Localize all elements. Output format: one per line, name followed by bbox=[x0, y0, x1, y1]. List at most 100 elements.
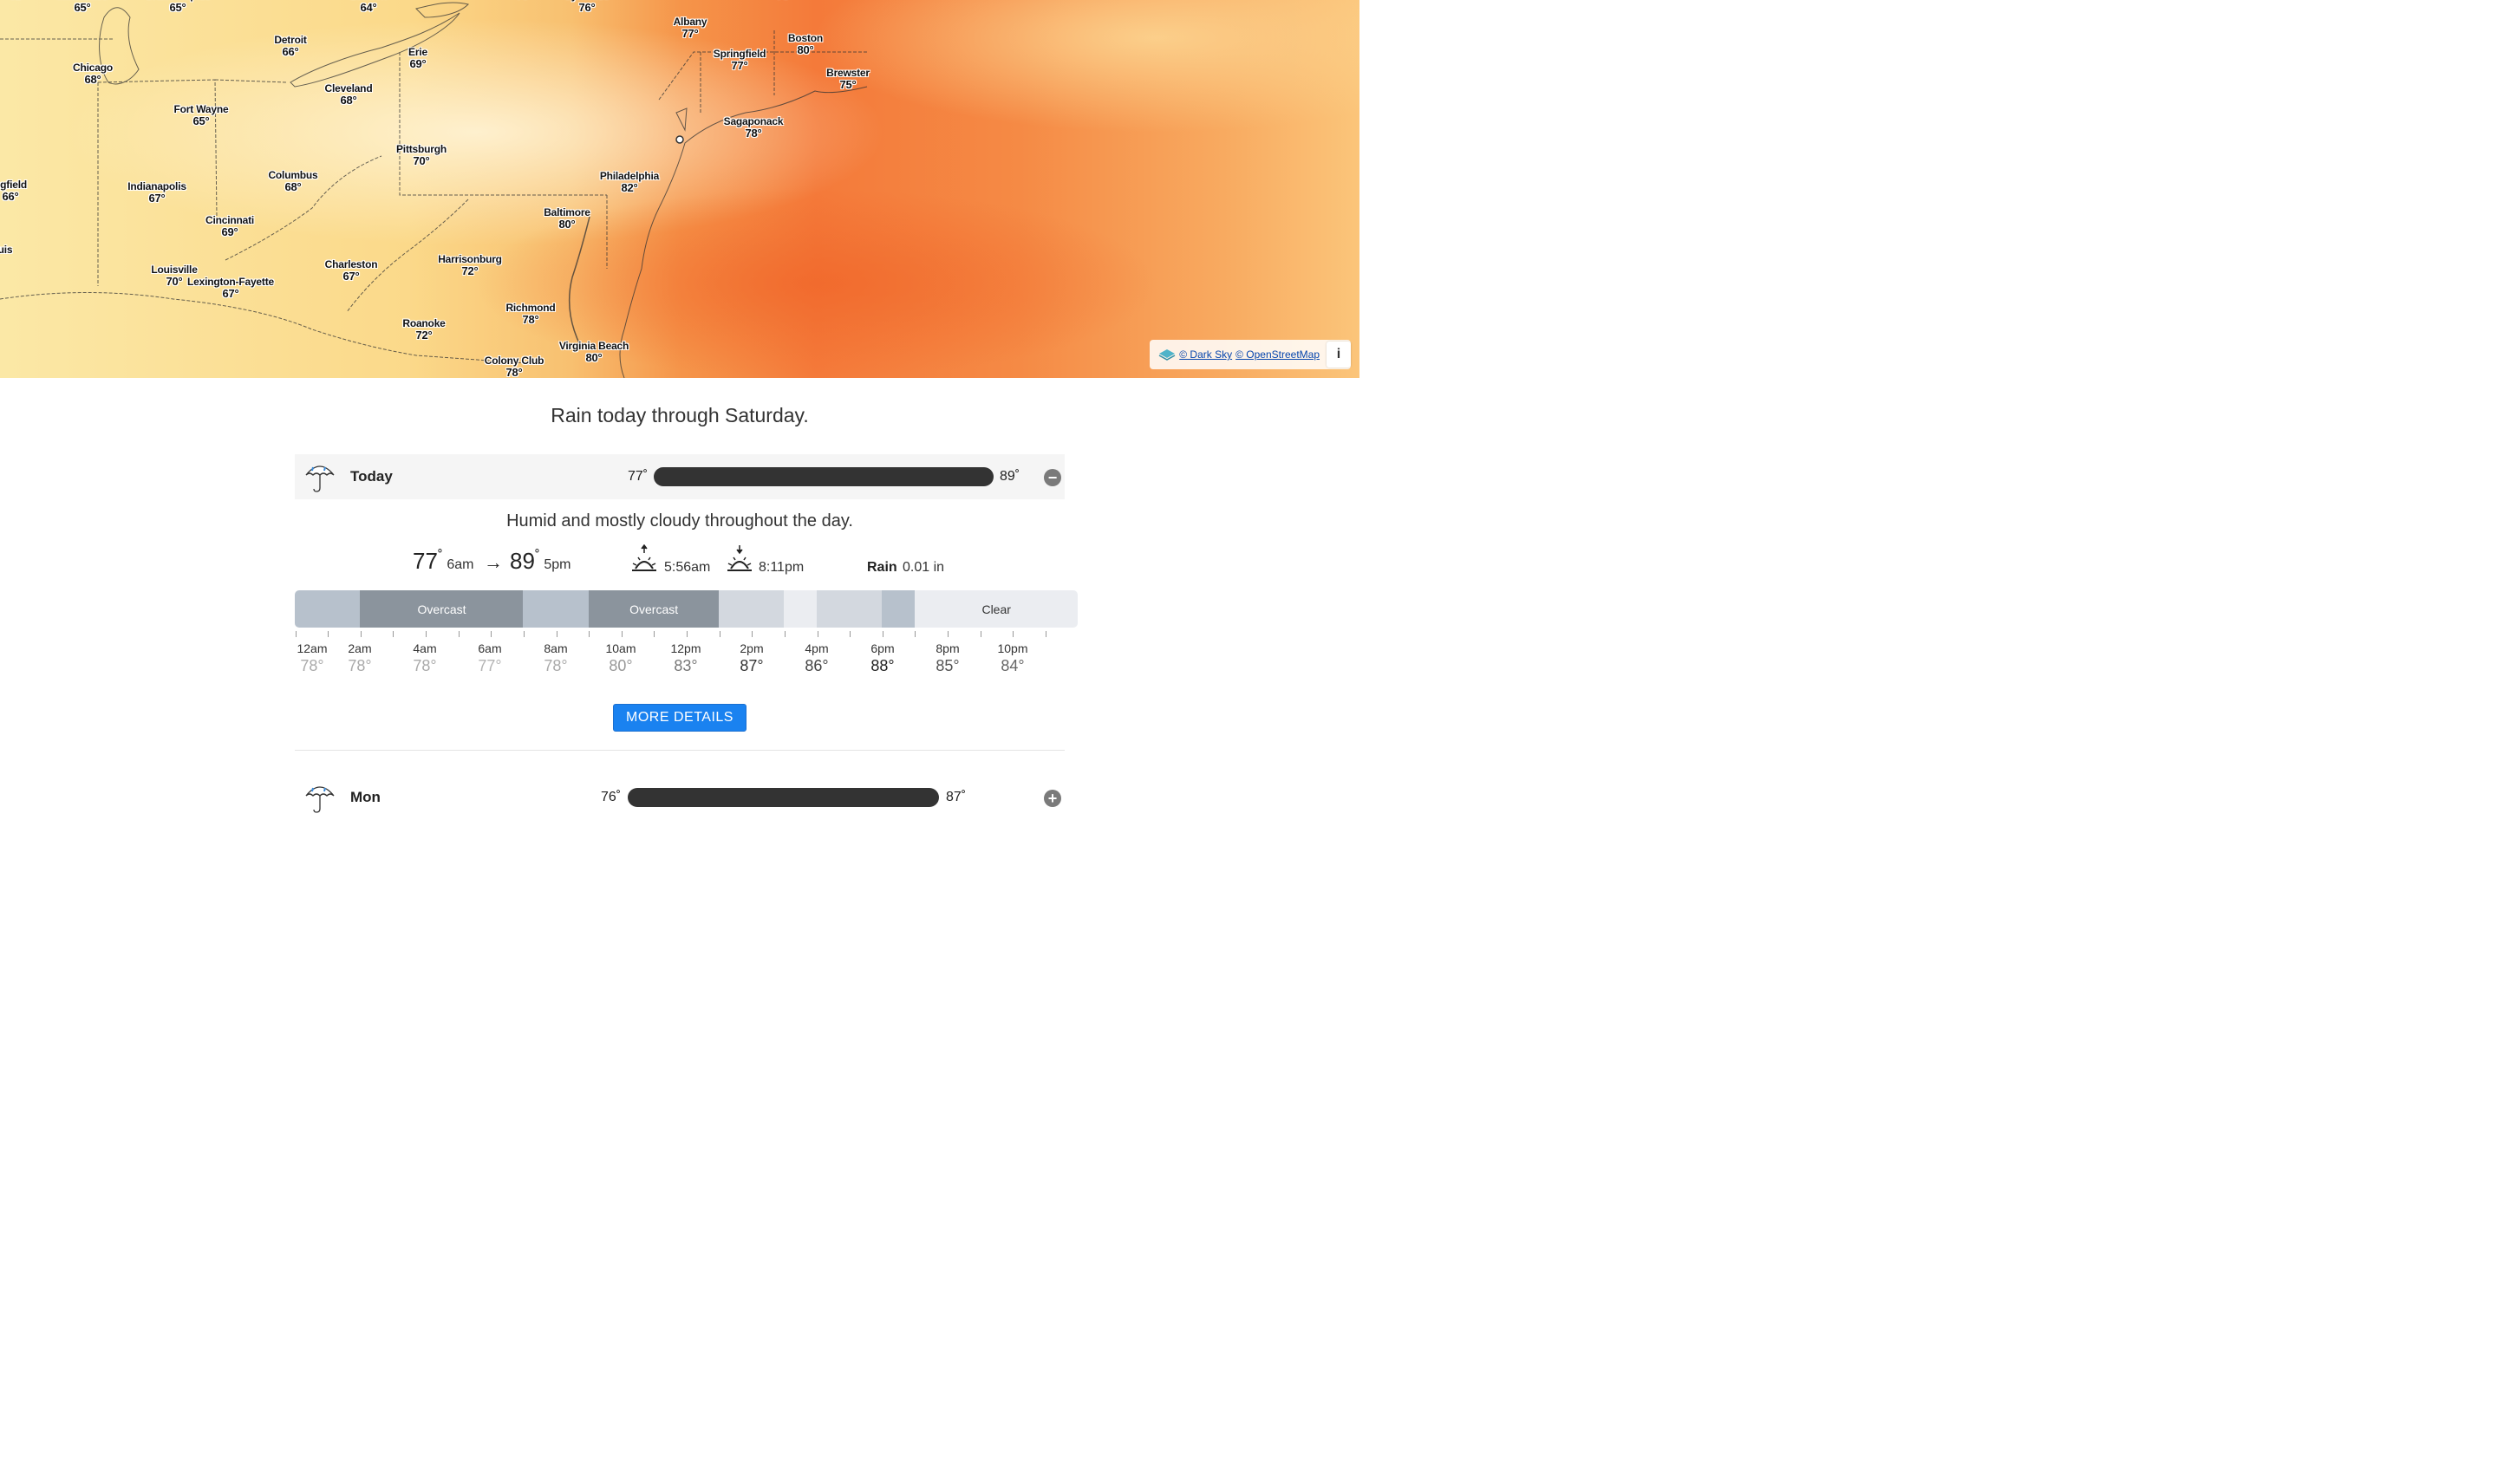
city-temp: 67° bbox=[148, 192, 166, 205]
umbrella-icon bbox=[303, 780, 336, 815]
city-temp: 75° bbox=[839, 78, 857, 91]
temp-range-bar bbox=[654, 467, 994, 486]
hour-temp: 80° bbox=[609, 657, 633, 674]
temp-range-bar bbox=[628, 788, 939, 807]
hour-label: 2pm bbox=[740, 641, 764, 655]
degree-mark: ˚ bbox=[437, 548, 443, 565]
map-city-label: Erie 69° bbox=[408, 46, 427, 70]
hour-temp: 84° bbox=[1001, 657, 1025, 674]
city-temp: 82° bbox=[621, 181, 638, 194]
city-temp: 68° bbox=[284, 180, 302, 193]
city-temp: 70° bbox=[516, 0, 532, 2]
timeline-tick bbox=[393, 631, 394, 637]
city-name: Albany bbox=[673, 16, 707, 28]
timeline-tick bbox=[360, 631, 362, 637]
map-city-label: Roanoke 72° bbox=[402, 317, 445, 342]
timeline-ticks bbox=[295, 631, 1078, 640]
timeline-tick bbox=[687, 631, 688, 637]
city-name: Baltimore bbox=[544, 206, 590, 218]
day-row-today[interactable]: Today 77˚ 89˚ − bbox=[295, 454, 1065, 499]
hour-column: 4pm 86° bbox=[805, 641, 828, 675]
openstreetmap-link[interactable]: © OpenStreetMap bbox=[1235, 348, 1320, 361]
city-temp: 65° bbox=[169, 1, 186, 14]
map-attribution: © Dark Sky © OpenStreetMap i bbox=[1150, 340, 1351, 369]
sunrise-time: 5:56am bbox=[664, 560, 711, 575]
timeline-segment-clear[interactable]: Clear bbox=[914, 590, 1078, 628]
timeline-segment[interactable] bbox=[784, 590, 818, 628]
hour-label: 4am bbox=[413, 641, 437, 655]
timeline-segment[interactable] bbox=[523, 590, 590, 628]
city-name: Philadelphia bbox=[599, 170, 660, 182]
timeline-tick bbox=[915, 631, 916, 637]
hour-temp: 85° bbox=[936, 657, 960, 674]
timeline-segment-overcast[interactable]: Overcast bbox=[588, 590, 720, 628]
hour-column: 6pm 88° bbox=[870, 641, 894, 675]
city-temp: 62° bbox=[9, 0, 25, 2]
map-city-label: 62° bbox=[9, 0, 25, 2]
high-temp-value: 89 bbox=[510, 548, 535, 574]
day-description: Humid and mostly cloudy throughout the d… bbox=[506, 511, 853, 530]
timeline-tick bbox=[295, 631, 297, 637]
hour-column: 4am 78° bbox=[413, 641, 436, 675]
timeline-tick bbox=[784, 631, 786, 637]
city-name: Springfield bbox=[713, 48, 766, 60]
dark-sky-link[interactable]: © Dark Sky bbox=[1179, 348, 1232, 361]
timeline-segment[interactable] bbox=[295, 590, 361, 628]
map-city-label: Cincinnati 69° bbox=[205, 214, 254, 238]
day-stats: 77˚ 6am → 89˚ 5pm 5:56am 8:11pm Rain 0.0… bbox=[0, 543, 1359, 581]
collapse-icon[interactable]: − bbox=[1044, 469, 1061, 486]
city-temp: 78° bbox=[522, 313, 539, 326]
map-city-label: Syracuse76° bbox=[564, 0, 610, 14]
timeline-tick bbox=[523, 631, 525, 637]
city-name: Virginia Beach bbox=[558, 340, 629, 352]
day-low-temp: 77˚ bbox=[628, 469, 649, 484]
low-temp-summary: 77˚ 6am bbox=[413, 548, 474, 575]
city-name: Pittsburgh bbox=[396, 143, 447, 155]
timeline-tick bbox=[654, 631, 655, 637]
timeline-segment[interactable] bbox=[882, 590, 916, 628]
rain-value: 0.01 in bbox=[903, 560, 945, 575]
city-name: Detroit bbox=[274, 34, 307, 46]
hour-column: 8pm 85° bbox=[936, 641, 959, 675]
timeline-tick bbox=[589, 631, 590, 637]
map-info-button[interactable]: i bbox=[1327, 342, 1351, 368]
city-temp: 66° bbox=[282, 45, 299, 58]
hour-label: 12pm bbox=[670, 641, 701, 655]
map-city-label: Grand Rapids65° bbox=[145, 0, 211, 14]
hour-temp: 78° bbox=[413, 657, 437, 674]
hour-column: 6am 77° bbox=[478, 641, 501, 675]
umbrella-icon bbox=[303, 459, 336, 494]
temperature-map[interactable] bbox=[0, 0, 1359, 378]
timeline-segment-overcast[interactable]: Overcast bbox=[360, 590, 524, 628]
city-temp: 78° bbox=[505, 366, 523, 379]
city-temp: 65° bbox=[192, 114, 210, 127]
timeline-segment[interactable] bbox=[719, 590, 785, 628]
map-city-label: Philadelphia 82° bbox=[600, 170, 659, 194]
timeline-segment[interactable] bbox=[817, 590, 883, 628]
city-temp: 77° bbox=[731, 59, 748, 72]
city-temp: 67° bbox=[342, 270, 360, 283]
city-temp: 69° bbox=[221, 225, 238, 238]
city-name: Sagaponack bbox=[723, 115, 784, 127]
day-row-mon[interactable]: Mon 76˚ 87˚ + bbox=[295, 775, 1065, 820]
map-city-label: Fort Wayne 65° bbox=[174, 103, 229, 127]
hour-column: 8am 78° bbox=[544, 641, 567, 675]
city-temp: 66° bbox=[2, 190, 19, 203]
low-temp-time: 6am bbox=[447, 557, 474, 572]
hour-label: 4pm bbox=[805, 641, 829, 655]
city-name: Cincinnati bbox=[205, 214, 255, 226]
map-city-label: Harrisonburg 72° bbox=[438, 253, 502, 277]
condition-timeline[interactable]: Overcast Overcast Clear bbox=[295, 590, 1078, 628]
hour-column: 12pm 83° bbox=[670, 641, 701, 675]
city-temp: 78° bbox=[745, 127, 762, 140]
hour-temp: 83° bbox=[674, 657, 698, 674]
city-name: Richmond bbox=[505, 302, 556, 314]
rain-label: Rain bbox=[867, 560, 897, 575]
hour-temp: 87° bbox=[740, 657, 764, 674]
timeline-tick bbox=[621, 631, 623, 637]
expand-icon[interactable]: + bbox=[1044, 790, 1061, 807]
timeline-tick bbox=[328, 631, 329, 637]
more-details-button[interactable]: MORE DETAILS bbox=[613, 704, 746, 732]
hour-label: 8pm bbox=[936, 641, 960, 655]
map-canvas[interactable] bbox=[0, 0, 1359, 378]
